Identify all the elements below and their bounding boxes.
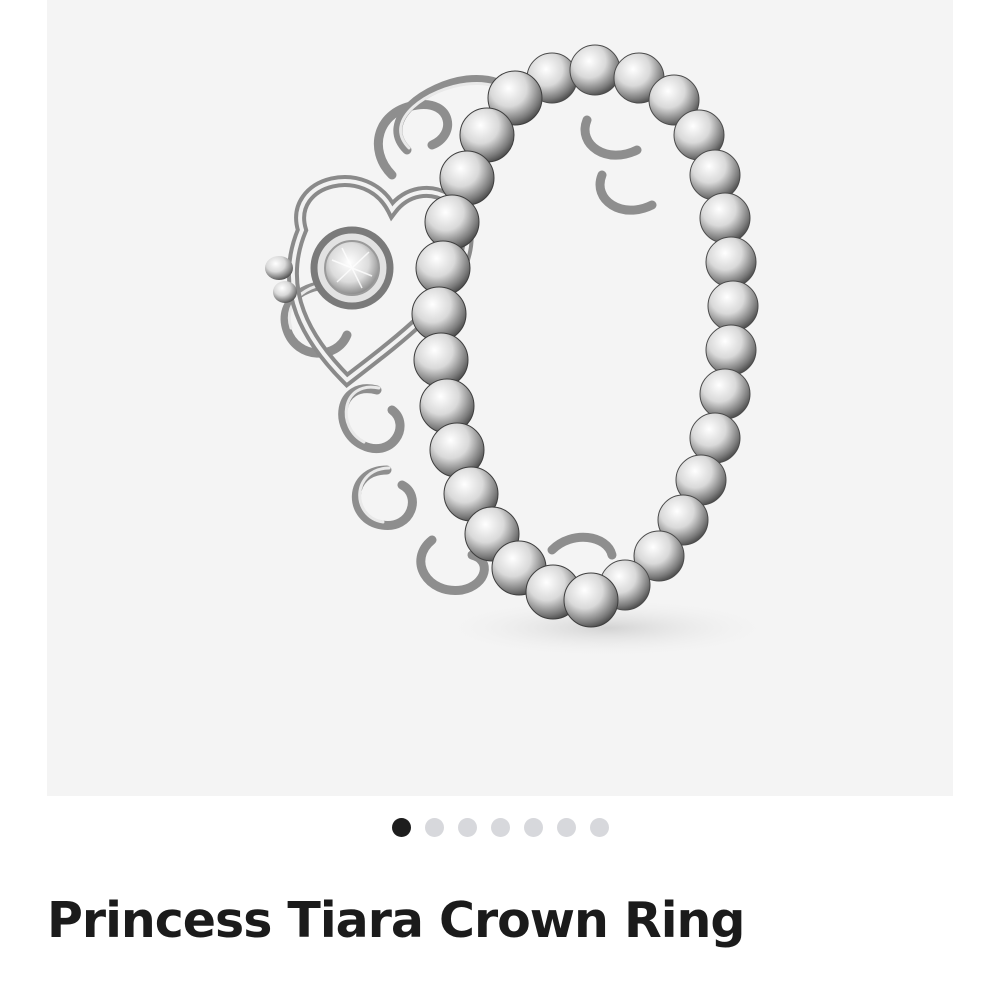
- carousel-dot-1[interactable]: [391, 818, 411, 837]
- carousel-dot-4[interactable]: [490, 818, 510, 837]
- next-image-button[interactable]: [935, 330, 953, 394]
- carousel-dot-7[interactable]: [589, 818, 609, 837]
- product-page: Princess Tiara Crown Ring: [0, 0, 1000, 1000]
- carousel-dot-6[interactable]: [556, 818, 576, 837]
- ring-image[interactable]: [47, 0, 953, 796]
- carousel-pagination: [0, 818, 1000, 837]
- carousel-dot-5[interactable]: [523, 818, 543, 837]
- product-image-gallery[interactable]: [47, 0, 953, 796]
- chevron-right-icon: [935, 330, 953, 394]
- carousel-dot-3[interactable]: [457, 818, 477, 837]
- product-title: Princess Tiara Crown Ring: [47, 892, 745, 949]
- carousel-dot-2[interactable]: [424, 818, 444, 837]
